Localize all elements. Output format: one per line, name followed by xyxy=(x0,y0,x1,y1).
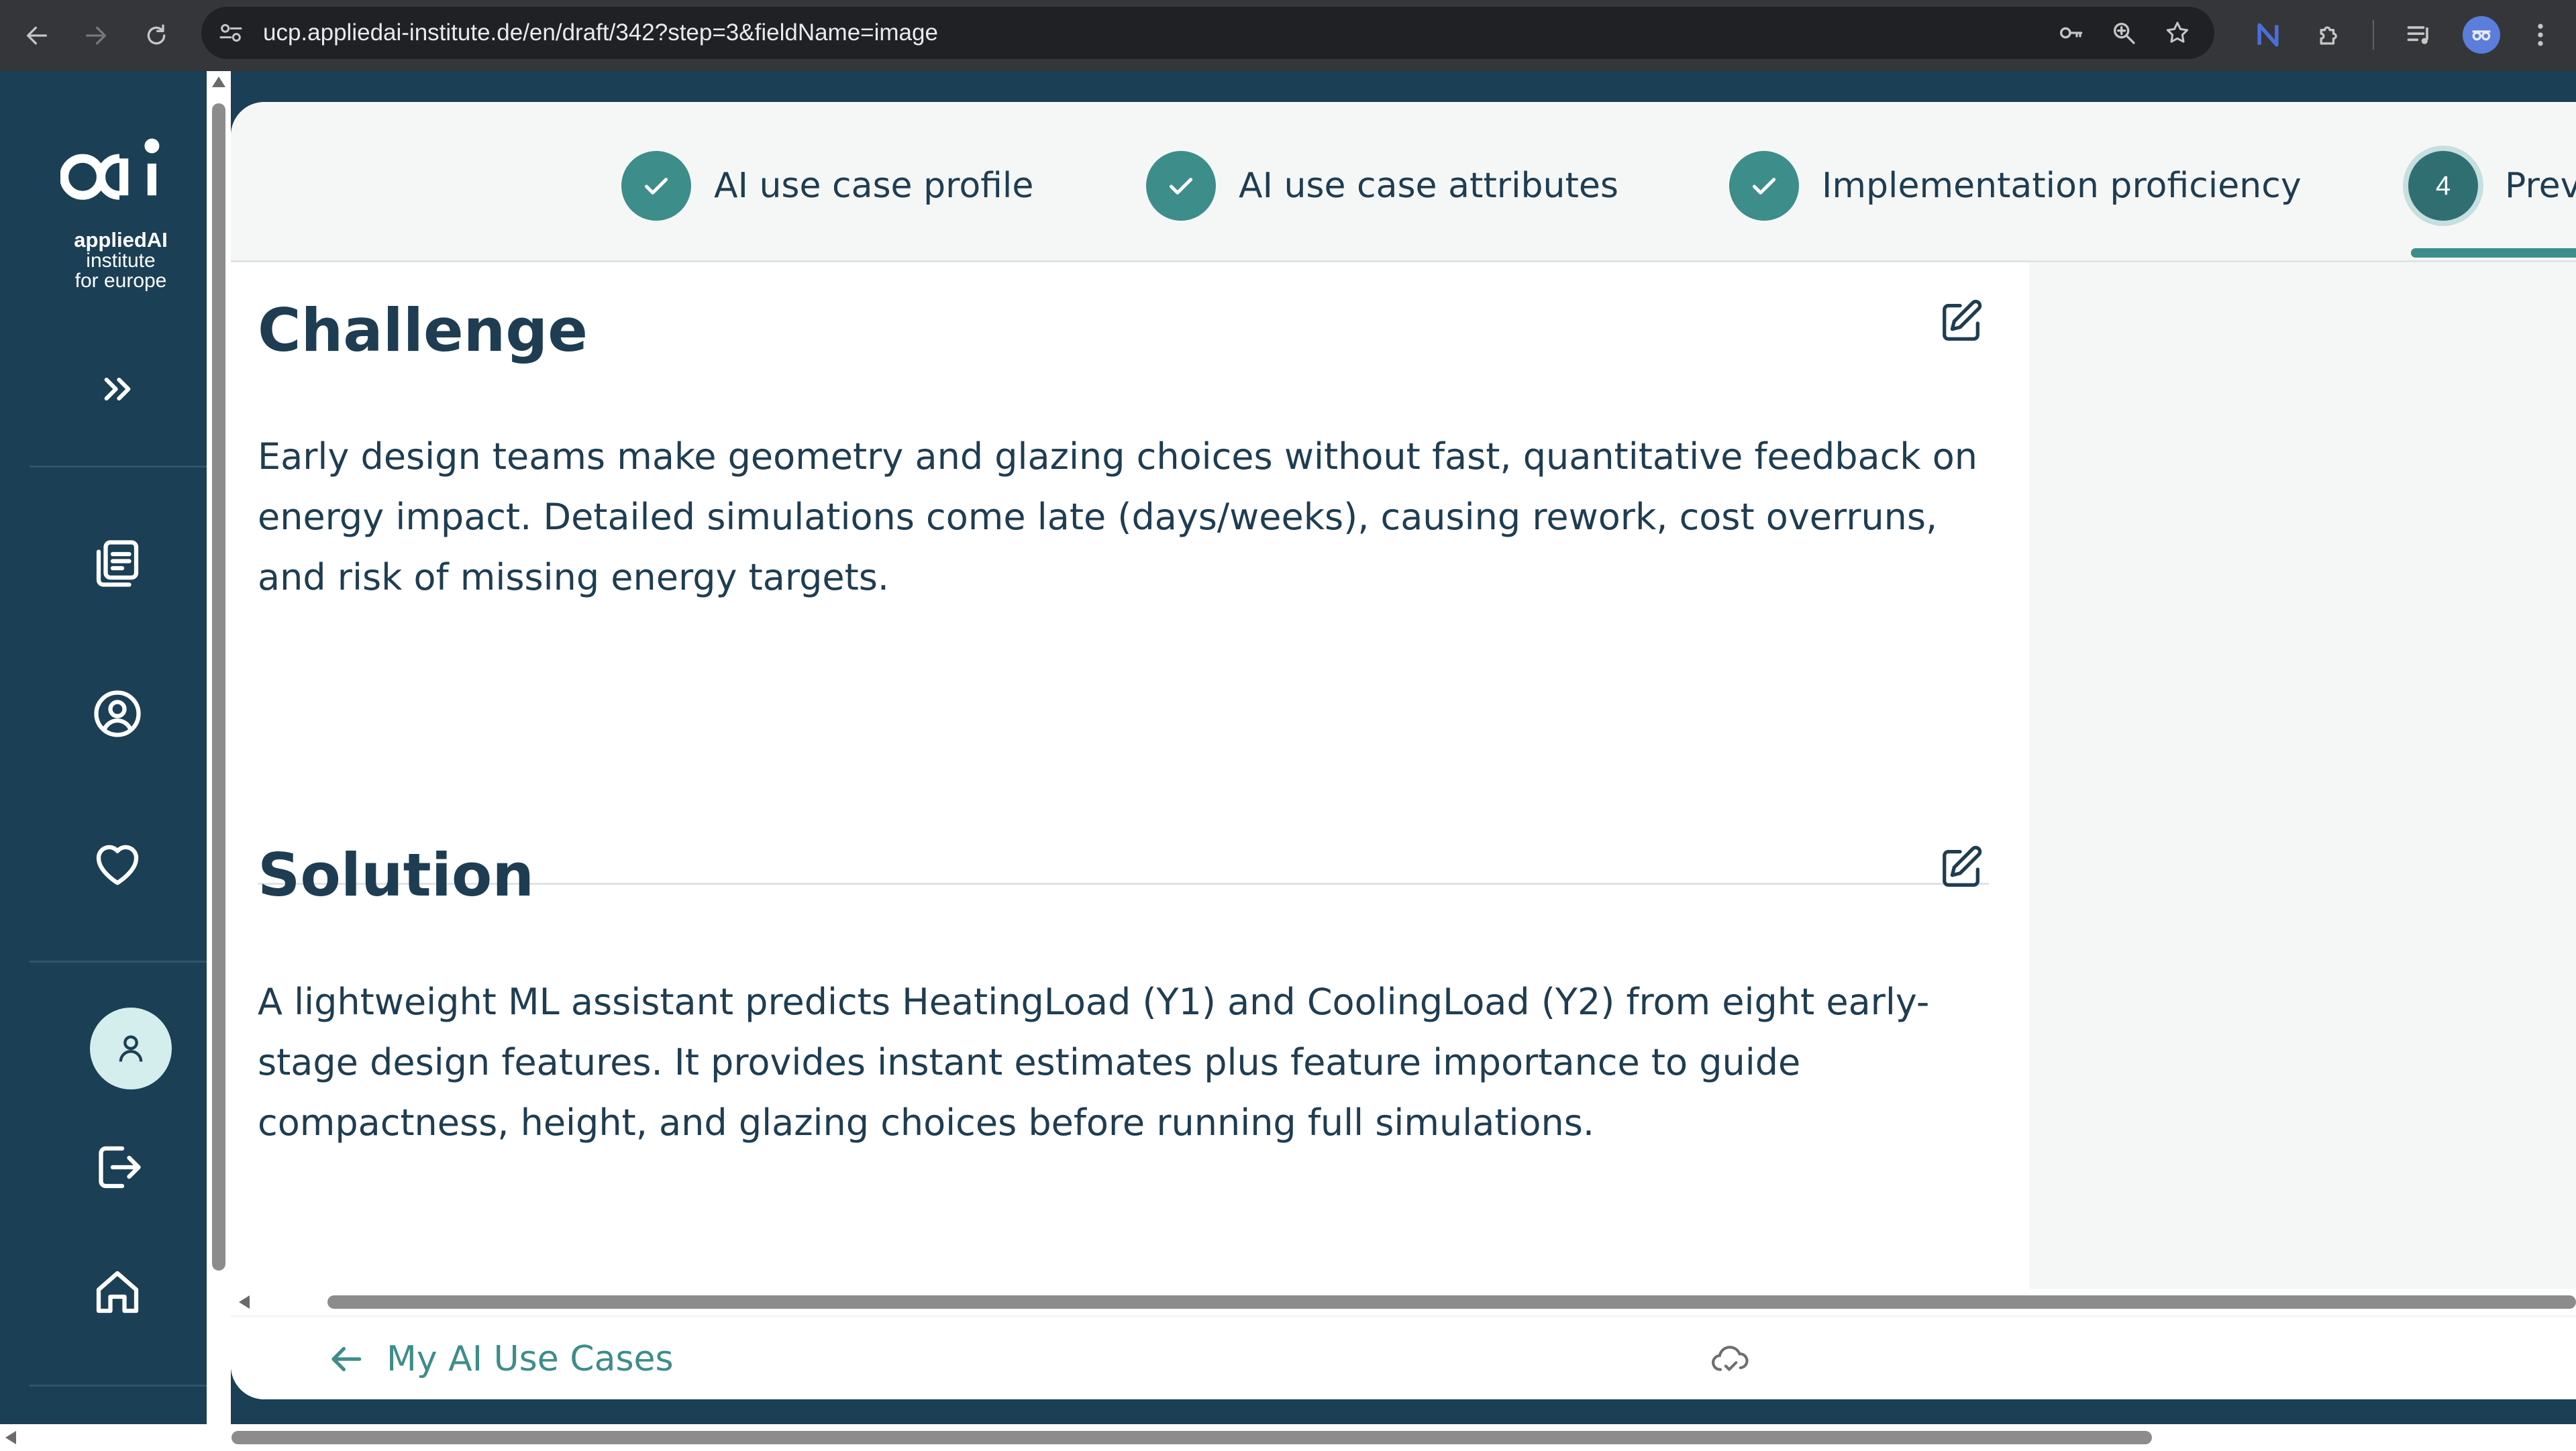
back-to-my-use-cases-link[interactable]: My AI Use Cases xyxy=(325,1317,674,1399)
media-control-icon xyxy=(2407,26,2428,44)
documents-icon xyxy=(96,540,139,587)
horizontal-scrollbar-thumb[interactable] xyxy=(231,1431,2152,1444)
password-key-icon xyxy=(2060,27,2083,39)
scroll-up-arrow-icon[interactable] xyxy=(212,76,225,87)
right-side-panel xyxy=(2029,262,2576,1289)
reload-icon xyxy=(147,24,166,45)
bookmark-star-icon xyxy=(2166,21,2189,43)
step-ai-use-case-profile[interactable]: AI use case profile xyxy=(621,149,1033,223)
logout-icon xyxy=(99,1146,141,1189)
checkmark-icon xyxy=(1169,178,1193,195)
extension-n-icon xyxy=(2257,23,2279,47)
profile-icon xyxy=(2472,30,2491,41)
step-ai-use-case-attributes[interactable]: AI use case attributes xyxy=(1146,149,1618,223)
address-bar[interactable]: ucp.appliedai-institute.de/en/draft/342?… xyxy=(201,7,2214,59)
page-vertical-scrollbar[interactable] xyxy=(207,71,231,1451)
profile-button[interactable] xyxy=(2463,16,2500,54)
save-status-indicator xyxy=(1707,1337,1751,1381)
solution-title: Solution xyxy=(258,841,534,910)
edit-solution-button[interactable] xyxy=(1935,841,1989,894)
media-control-button[interactable] xyxy=(2402,17,2437,52)
forward-arrow-icon xyxy=(85,26,106,45)
extensions-button[interactable] xyxy=(2312,17,2347,52)
logo-line-2: institute xyxy=(86,250,156,272)
step-label: AI use case attributes xyxy=(1239,166,1618,206)
extensions-puzzle-icon xyxy=(2320,26,2337,45)
step-number-badge: 4 xyxy=(2408,151,2478,221)
appliedai-logo-mark-icon xyxy=(60,138,160,200)
site-info-icon xyxy=(219,23,242,42)
page-horizontal-scrollbar[interactable] xyxy=(0,1424,2576,1451)
toolbar-divider xyxy=(2373,20,2374,50)
extension-n-button[interactable] xyxy=(2251,17,2285,52)
horizontal-scrollbar-thumb[interactable] xyxy=(327,1295,2576,1309)
expand-chevrons-icon xyxy=(104,377,131,401)
password-manager-button[interactable] xyxy=(2055,17,2085,48)
user-circle-icon xyxy=(94,690,141,737)
sidebar-item-profile[interactable] xyxy=(77,674,158,754)
challenge-text: Early design teams make geometry and gla… xyxy=(258,435,1977,598)
logo-line-3: for europe xyxy=(74,270,167,292)
sidebar-divider xyxy=(30,466,207,468)
back-link-label: My AI Use Cases xyxy=(387,1338,674,1379)
challenge-title: Challenge xyxy=(258,296,588,365)
editor-footer: My AI Use Cases xyxy=(231,1315,2576,1399)
back-button[interactable] xyxy=(20,19,54,52)
zoom-icon xyxy=(2114,23,2135,44)
home-icon xyxy=(96,1271,139,1313)
sidebar-item-use-cases[interactable] xyxy=(77,523,158,604)
zoom-button[interactable] xyxy=(2108,17,2139,48)
preview-content: Challenge Early design teams make geomet… xyxy=(231,262,2029,1289)
logo[interactable]: appliedAI institute for europe xyxy=(40,130,201,291)
app-sidebar: appliedAI institute for europe xyxy=(0,71,207,1451)
back-arrow-icon xyxy=(27,26,48,45)
sidebar-divider xyxy=(30,961,207,963)
step-label: Prev xyxy=(2505,166,2576,206)
step-preview[interactable]: 4 Prev xyxy=(2408,149,2576,223)
step-implementation-proficiency[interactable]: Implementation proficiency xyxy=(1729,149,2302,223)
progress-stepper: AI use case profile AI use case attribut… xyxy=(231,102,2576,262)
edit-pencil-icon xyxy=(1943,845,1982,887)
checkmark-icon xyxy=(1752,178,1776,195)
step-label: Implementation proficiency xyxy=(1822,166,2302,206)
edit-pencil-icon xyxy=(1943,299,1982,341)
user-icon xyxy=(119,1035,143,1062)
sidebar-item-favorites[interactable] xyxy=(77,824,158,904)
sidebar-divider xyxy=(30,1385,207,1387)
step-completed-badge xyxy=(1146,151,1216,221)
user-avatar-button[interactable] xyxy=(90,1008,172,1089)
heart-icon xyxy=(96,845,139,885)
forward-button[interactable] xyxy=(79,19,113,52)
expand-sidebar-button[interactable] xyxy=(77,349,158,429)
solution-text: A lightweight ML assistant predicts Heat… xyxy=(258,981,1930,1144)
bookmark-button[interactable] xyxy=(2162,17,2193,48)
url-text[interactable]: ucp.appliedai-institute.de/en/draft/342?… xyxy=(263,7,938,59)
browser-menu-button[interactable] xyxy=(2523,17,2558,52)
home-button[interactable] xyxy=(77,1252,158,1332)
site-info-button[interactable] xyxy=(216,18,246,48)
checkmark-icon xyxy=(644,178,668,195)
edit-challenge-button[interactable] xyxy=(1935,294,1989,348)
logout-button[interactable] xyxy=(77,1127,158,1207)
arrow-left-icon xyxy=(331,1346,362,1371)
scroll-left-arrow-icon[interactable] xyxy=(5,1431,16,1444)
reload-button[interactable] xyxy=(140,19,173,52)
cloud-saved-icon xyxy=(1712,1346,1749,1371)
menu-dots-icon xyxy=(2538,23,2543,46)
logo-line-1: appliedAI xyxy=(74,228,168,252)
step-label: AI use case profile xyxy=(714,166,1034,206)
active-step-indicator xyxy=(2411,248,2576,258)
step-completed-badge xyxy=(1729,151,1799,221)
draft-editor-card: AI use case profile AI use case attribut… xyxy=(231,102,2576,1399)
step-completed-badge xyxy=(621,151,691,221)
content-horizontal-scrollbar[interactable] xyxy=(231,1289,2576,1315)
scroll-left-arrow-icon[interactable] xyxy=(239,1295,250,1309)
browser-toolbar: ucp.appliedai-institute.de/en/draft/342?… xyxy=(0,0,2576,71)
vertical-scrollbar-thumb[interactable] xyxy=(212,103,225,1271)
